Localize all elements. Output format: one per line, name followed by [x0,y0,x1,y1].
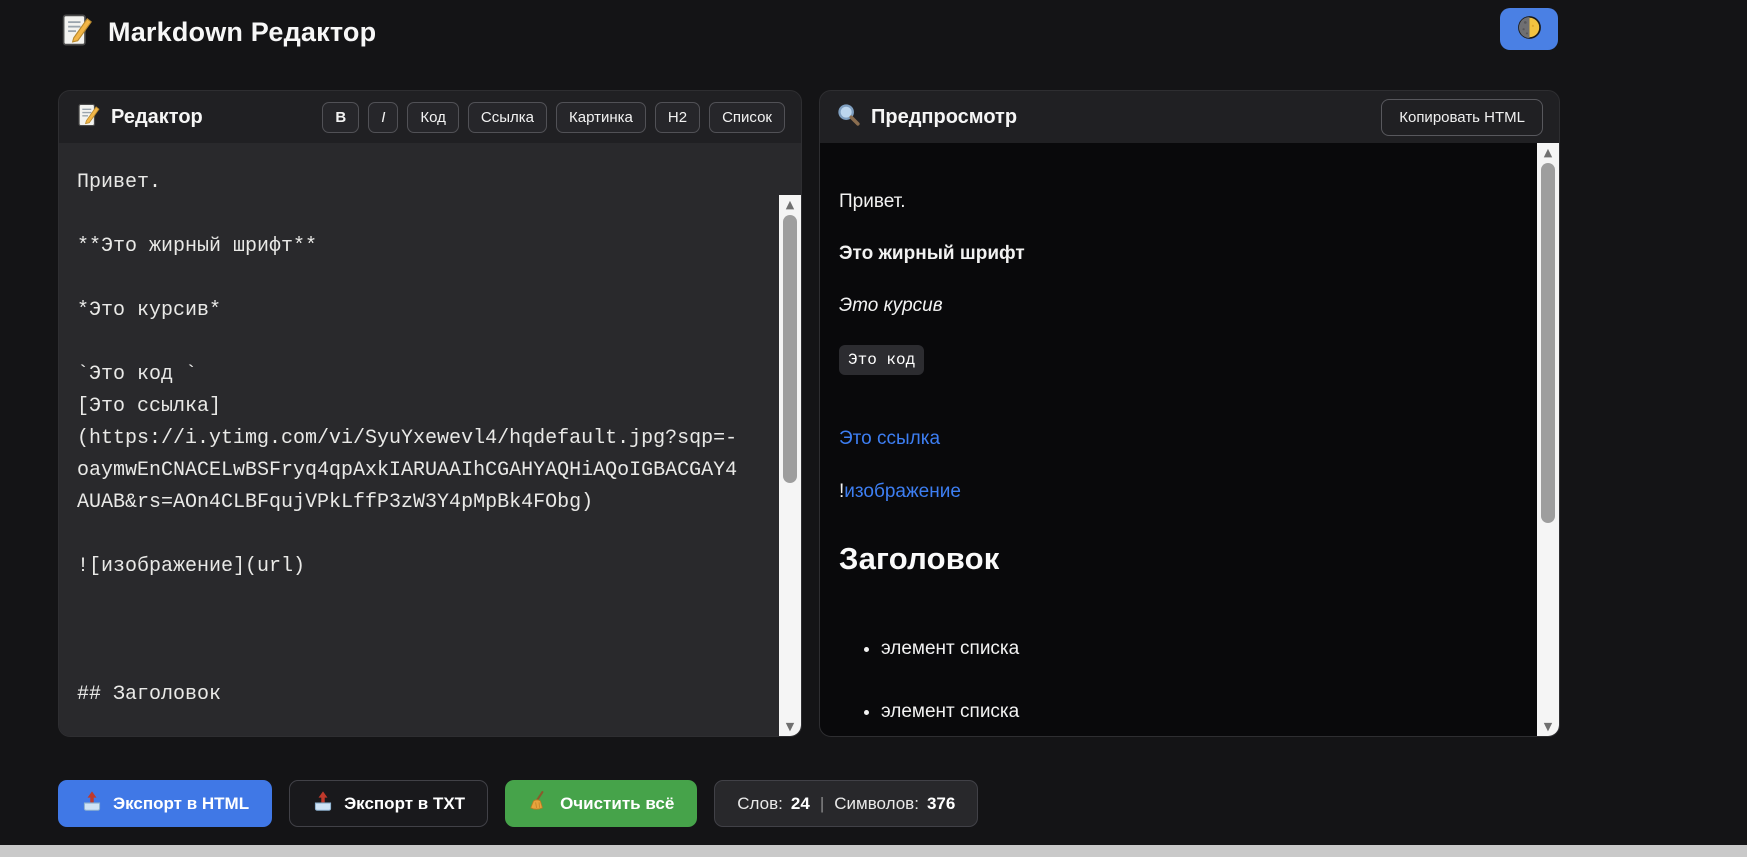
preview-image-row: !изображение [839,479,1507,504]
toolbar-h2-button[interactable]: H2 [654,101,701,133]
editor-panel-header: Редактор B I Код Ссылка Картинка H2 Спис… [59,91,801,143]
editor-scrollbar[interactable]: ▲ ▼ [779,195,801,736]
window-bottom-strip [0,845,1747,857]
export-txt-label: Экспорт в TXT [344,793,466,813]
editor-panel: Редактор B I Код Ссылка Картинка H2 Спис… [58,90,802,737]
copy-html-button[interactable]: Копировать HTML [1381,98,1543,136]
stats-separator: | [819,793,825,813]
scroll-up-icon[interactable]: ▲ [779,198,801,211]
preview-scrollbar-thumb[interactable] [1541,163,1555,523]
chars-value: 376 [926,793,956,813]
markdown-input-text[interactable]: Привет. **Это жирный шрифт** *Это курсив… [77,167,749,711]
scroll-up-icon[interactable]: ▲ [1537,146,1559,159]
toolbar-code-button[interactable]: Код [407,101,459,133]
preview-content: Привет. Это жирный шрифт Это курсив Это … [820,143,1537,736]
words-label: Слов: [737,793,783,813]
preview-panel-header: Предпросмотр Копировать HTML [820,91,1559,143]
preview-heading: Заголовок [839,541,1000,576]
outbox-tray-icon [81,790,103,817]
preview-title: Предпросмотр [871,105,1018,128]
list-item: элемент списка [881,636,1507,661]
list-item: элемент списка [881,699,1507,724]
moon-icon [1516,14,1543,44]
editor-textarea[interactable]: Привет. **Это жирный шрифт** *Это курсив… [59,143,801,736]
scroll-down-icon[interactable]: ▼ [1537,720,1559,733]
editor-title: Редактор [111,105,203,128]
preview-panel: Предпросмотр Копировать HTML Привет. Это… [819,90,1560,737]
export-txt-button[interactable]: Экспорт в TXT [289,780,489,827]
preview-image-link[interactable]: изображение [844,481,961,502]
toolbar-bold-button[interactable]: B [322,101,360,133]
memo-icon [75,102,101,133]
preview-paragraph: Привет. [839,191,906,212]
editor-scrollbar-thumb[interactable] [783,215,797,483]
toolbar-italic-button[interactable]: I [368,101,399,133]
footer-actions: Экспорт в HTML Экспорт в TXT Очистить вс… [58,780,979,827]
preview-code-row: Это код [839,345,1507,375]
chars-label: Символов: [834,793,919,813]
toolbar-link-button[interactable]: Ссылка [467,101,548,133]
toolbar-image-button[interactable]: Картинка [556,101,646,133]
scroll-down-icon[interactable]: ▼ [779,720,801,733]
preview-list: элемент списка элемент списка [839,636,1507,724]
preview-link-row: Это ссылка [839,426,1507,451]
broom-icon [528,790,550,817]
preview-bold-text: Это жирный шрифт [839,243,1025,264]
preview-italic-text: Это курсив [839,295,943,316]
editor-toolbar: B I Код Ссылка Картинка H2 Список [322,101,785,133]
word-char-counter: Слов: 24 | Символов: 376 [714,780,979,827]
theme-toggle-button[interactable] [1500,8,1558,50]
memo-icon [58,12,94,53]
export-html-label: Экспорт в HTML [113,793,250,813]
preview-scrollbar[interactable]: ▲ ▼ [1537,143,1559,736]
app-header: Markdown Редактор [0,0,1747,64]
page-title: Markdown Редактор [108,16,377,47]
clear-all-button[interactable]: Очистить всё [505,780,698,827]
preview-inline-code: Это код [839,345,925,375]
clear-all-label: Очистить всё [560,793,675,813]
preview-link[interactable]: Это ссылка [839,428,940,449]
outbox-tray-icon [312,790,334,817]
export-html-button[interactable]: Экспорт в HTML [58,780,273,827]
toolbar-list-button[interactable]: Список [709,101,785,133]
magnifying-glass-icon [836,102,861,132]
words-value: 24 [790,793,810,813]
